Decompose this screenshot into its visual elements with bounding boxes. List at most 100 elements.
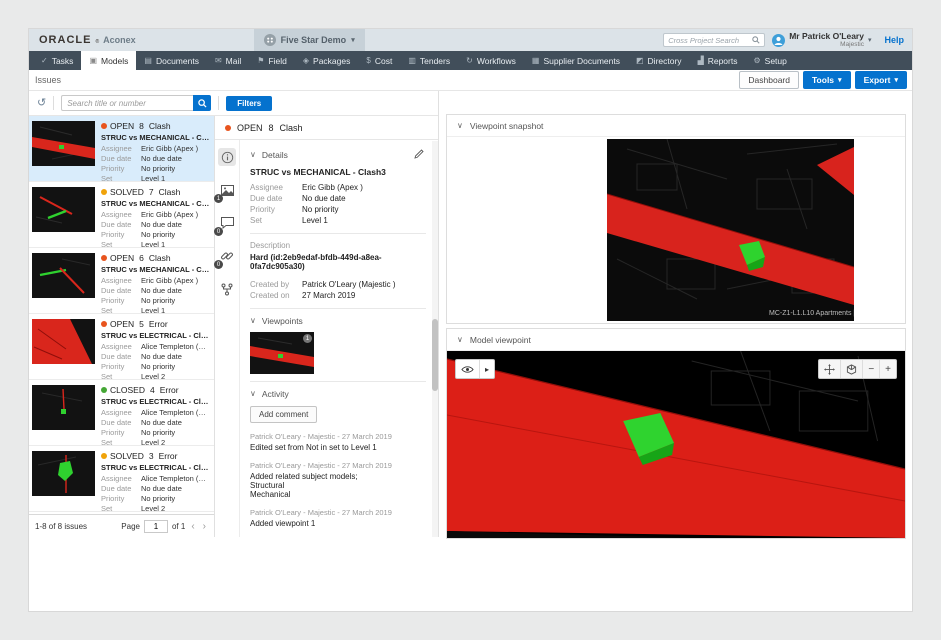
nav-tab-directory[interactable]: ◩Directory xyxy=(628,51,690,70)
nav-label: Field xyxy=(268,56,286,66)
page-number-input[interactable] xyxy=(144,520,168,533)
nav-tab-reports[interactable]: ▟Reports xyxy=(690,51,746,70)
nav-tab-tenders[interactable]: ▥Tenders xyxy=(400,51,458,70)
expand-toolbar-button[interactable]: ▸ xyxy=(479,360,494,378)
field-value: Eric Gibb (Apex ) xyxy=(141,276,198,286)
cube-icon xyxy=(846,364,857,375)
detail-issue-title: STRUC vs MECHANICAL - Clash3 xyxy=(250,167,426,177)
model-viewpoint-header[interactable]: ∨ Model viewpoint xyxy=(447,329,905,351)
pan-button[interactable] xyxy=(819,360,840,378)
issue-card-8[interactable]: OPEN8Clash STRUC vs MECHANICAL - Clash3 … xyxy=(29,116,214,182)
activity-text: Added viewpoint 1 xyxy=(250,519,426,528)
activity-section-header[interactable]: ∨ Activity xyxy=(250,389,426,399)
nav-label: Reports xyxy=(708,56,738,66)
issue-card-6[interactable]: OPEN6Clash STRUC vs MECHANICAL - Clash1 … xyxy=(29,248,214,314)
nav-tab-workflows[interactable]: ↻Workflows xyxy=(458,51,524,70)
user-identity: Mr Patrick O'Leary Majestic xyxy=(789,32,864,48)
zoom-in-button[interactable]: + xyxy=(879,360,896,378)
snapshot-model-label: MC-Z1-L1.L10 Apartments [1] xyxy=(769,310,854,317)
chevron-down-icon: ∨ xyxy=(457,336,463,344)
viewpoint-snapshot-header[interactable]: ∨ Viewpoint snapshot xyxy=(447,115,905,137)
scrollbar-thumb[interactable] xyxy=(432,319,438,391)
nav-label: Cost xyxy=(375,56,392,66)
rail-comments-tab[interactable]: 0 xyxy=(218,214,236,232)
issue-detail-body: 1 0 0 xyxy=(215,140,438,537)
field-value: No due date xyxy=(141,286,182,296)
rail-links-tab[interactable]: 0 xyxy=(218,247,236,265)
nav-tab-supplier-documents[interactable]: ▦Supplier Documents xyxy=(524,51,628,70)
issue-detail-panel: OPEN 8 Clash 1 xyxy=(215,116,438,537)
field-label: Created by xyxy=(250,279,302,290)
issue-card-5[interactable]: OPEN5Error STRUC vs ELECTRICAL - Clash4 … xyxy=(29,314,214,380)
nav-label: Mail xyxy=(226,56,242,66)
edit-icon[interactable] xyxy=(414,149,424,161)
cross-project-search[interactable] xyxy=(663,33,765,47)
field-value: Level 1 xyxy=(302,215,328,226)
detail-status: OPEN xyxy=(237,123,263,133)
minus-icon: − xyxy=(868,364,874,375)
detail-scrollbar[interactable] xyxy=(432,141,438,537)
viewpoint-column: ∨ Viewpoint snapshot xyxy=(439,91,912,537)
field-value: No due date xyxy=(141,352,182,362)
rail-info-tab[interactable] xyxy=(218,148,236,166)
nav-tab-documents[interactable]: ▤Documents xyxy=(136,51,207,70)
next-page-icon[interactable]: › xyxy=(201,521,208,532)
nav-label: Workflows xyxy=(477,56,516,66)
details-section-title: Details xyxy=(262,150,288,160)
issue-card-info: CLOSED4Error STRUC vs ELECTRICAL - Clash… xyxy=(101,385,210,441)
nav-tab-models[interactable]: ▣Models xyxy=(81,51,136,70)
model-viewpoint-canvas[interactable]: ▸ − + xyxy=(447,351,905,538)
nav-tab-mail[interactable]: ✉Mail xyxy=(207,51,249,70)
field-label: Due date xyxy=(101,352,141,362)
description-value: Hard (id:2eb9edaf-bfdb-449d-a8ea-0fa7dc9… xyxy=(250,253,426,271)
field-value: Eric Gibb (Apex ) xyxy=(302,182,363,193)
help-link[interactable]: Help xyxy=(884,35,904,45)
zoom-out-button[interactable]: − xyxy=(862,360,879,378)
add-comment-button[interactable]: Add comment xyxy=(250,406,317,423)
prev-page-icon[interactable]: ‹ xyxy=(189,521,196,532)
rail-viewpoints-tab[interactable]: 1 xyxy=(218,181,236,199)
divider xyxy=(250,233,426,234)
visibility-button[interactable] xyxy=(456,360,479,378)
rail-related-tab[interactable] xyxy=(218,280,236,298)
viewpoint-snapshot-title: Viewpoint snapshot xyxy=(470,121,544,131)
issue-title: STRUC vs MECHANICAL - Clash3 xyxy=(101,133,210,142)
nav-tab-field[interactable]: ⚑Field xyxy=(249,51,295,70)
issue-search-input[interactable] xyxy=(61,95,193,111)
field-label: Assignee xyxy=(101,408,141,418)
field-value: No due date xyxy=(141,154,182,164)
nav-tab-setup[interactable]: ⚙Setup xyxy=(745,51,794,70)
tools-button[interactable]: Tools▾ xyxy=(803,71,851,89)
viewpoint-thumbnail[interactable]: 1 xyxy=(250,332,314,374)
issue-search-button[interactable] xyxy=(193,95,211,111)
project-selector-tab[interactable]: Five Star Demo ▾ xyxy=(254,29,365,51)
nav-label: Tasks xyxy=(52,56,74,66)
search-icon xyxy=(198,99,207,108)
issue-card-info: OPEN5Error STRUC vs ELECTRICAL - Clash4 … xyxy=(101,319,210,375)
viewpoints-section-header[interactable]: ∨ Viewpoints xyxy=(250,316,426,326)
field-label: Priority xyxy=(101,164,141,174)
issue-thumbnail xyxy=(32,187,95,232)
dashboard-button[interactable]: Dashboard xyxy=(739,71,799,89)
field-value: No priority xyxy=(141,362,175,372)
filters-button[interactable]: Filters xyxy=(226,96,272,111)
export-button[interactable]: Export▾ xyxy=(855,71,907,89)
cross-project-search-input[interactable] xyxy=(668,36,749,45)
nav-tab-tasks[interactable]: ✓Tasks xyxy=(33,51,81,70)
issue-status: OPEN xyxy=(110,319,134,329)
issue-card-3[interactable]: SOLVED3Error STRUC vs ELECTRICAL - Clash… xyxy=(29,446,214,512)
issue-card-7[interactable]: SOLVED7Clash STRUC vs MECHANICAL - Clash… xyxy=(29,182,214,248)
oracle-wordmark: ORACLE xyxy=(39,34,91,46)
nav-tab-packages[interactable]: ◈Packages xyxy=(295,51,359,70)
issue-search xyxy=(61,95,211,111)
orbit-button[interactable] xyxy=(840,360,862,378)
issue-card-4[interactable]: CLOSED4Error STRUC vs ELECTRICAL - Clash… xyxy=(29,380,214,446)
issue-title: STRUC vs MECHANICAL - Clash1 xyxy=(101,265,210,274)
nav-label: Directory xyxy=(648,56,682,66)
tenders-icon: ▥ xyxy=(408,56,416,65)
viewpoints-section-title: Viewpoints xyxy=(262,316,303,326)
details-section-header[interactable]: ∨ Details xyxy=(250,149,426,161)
user-menu[interactable]: Mr Patrick O'Leary Majestic ▾ xyxy=(772,32,871,48)
nav-tab-cost[interactable]: $Cost xyxy=(358,51,400,70)
refresh-icon[interactable]: ↺ xyxy=(37,98,46,109)
